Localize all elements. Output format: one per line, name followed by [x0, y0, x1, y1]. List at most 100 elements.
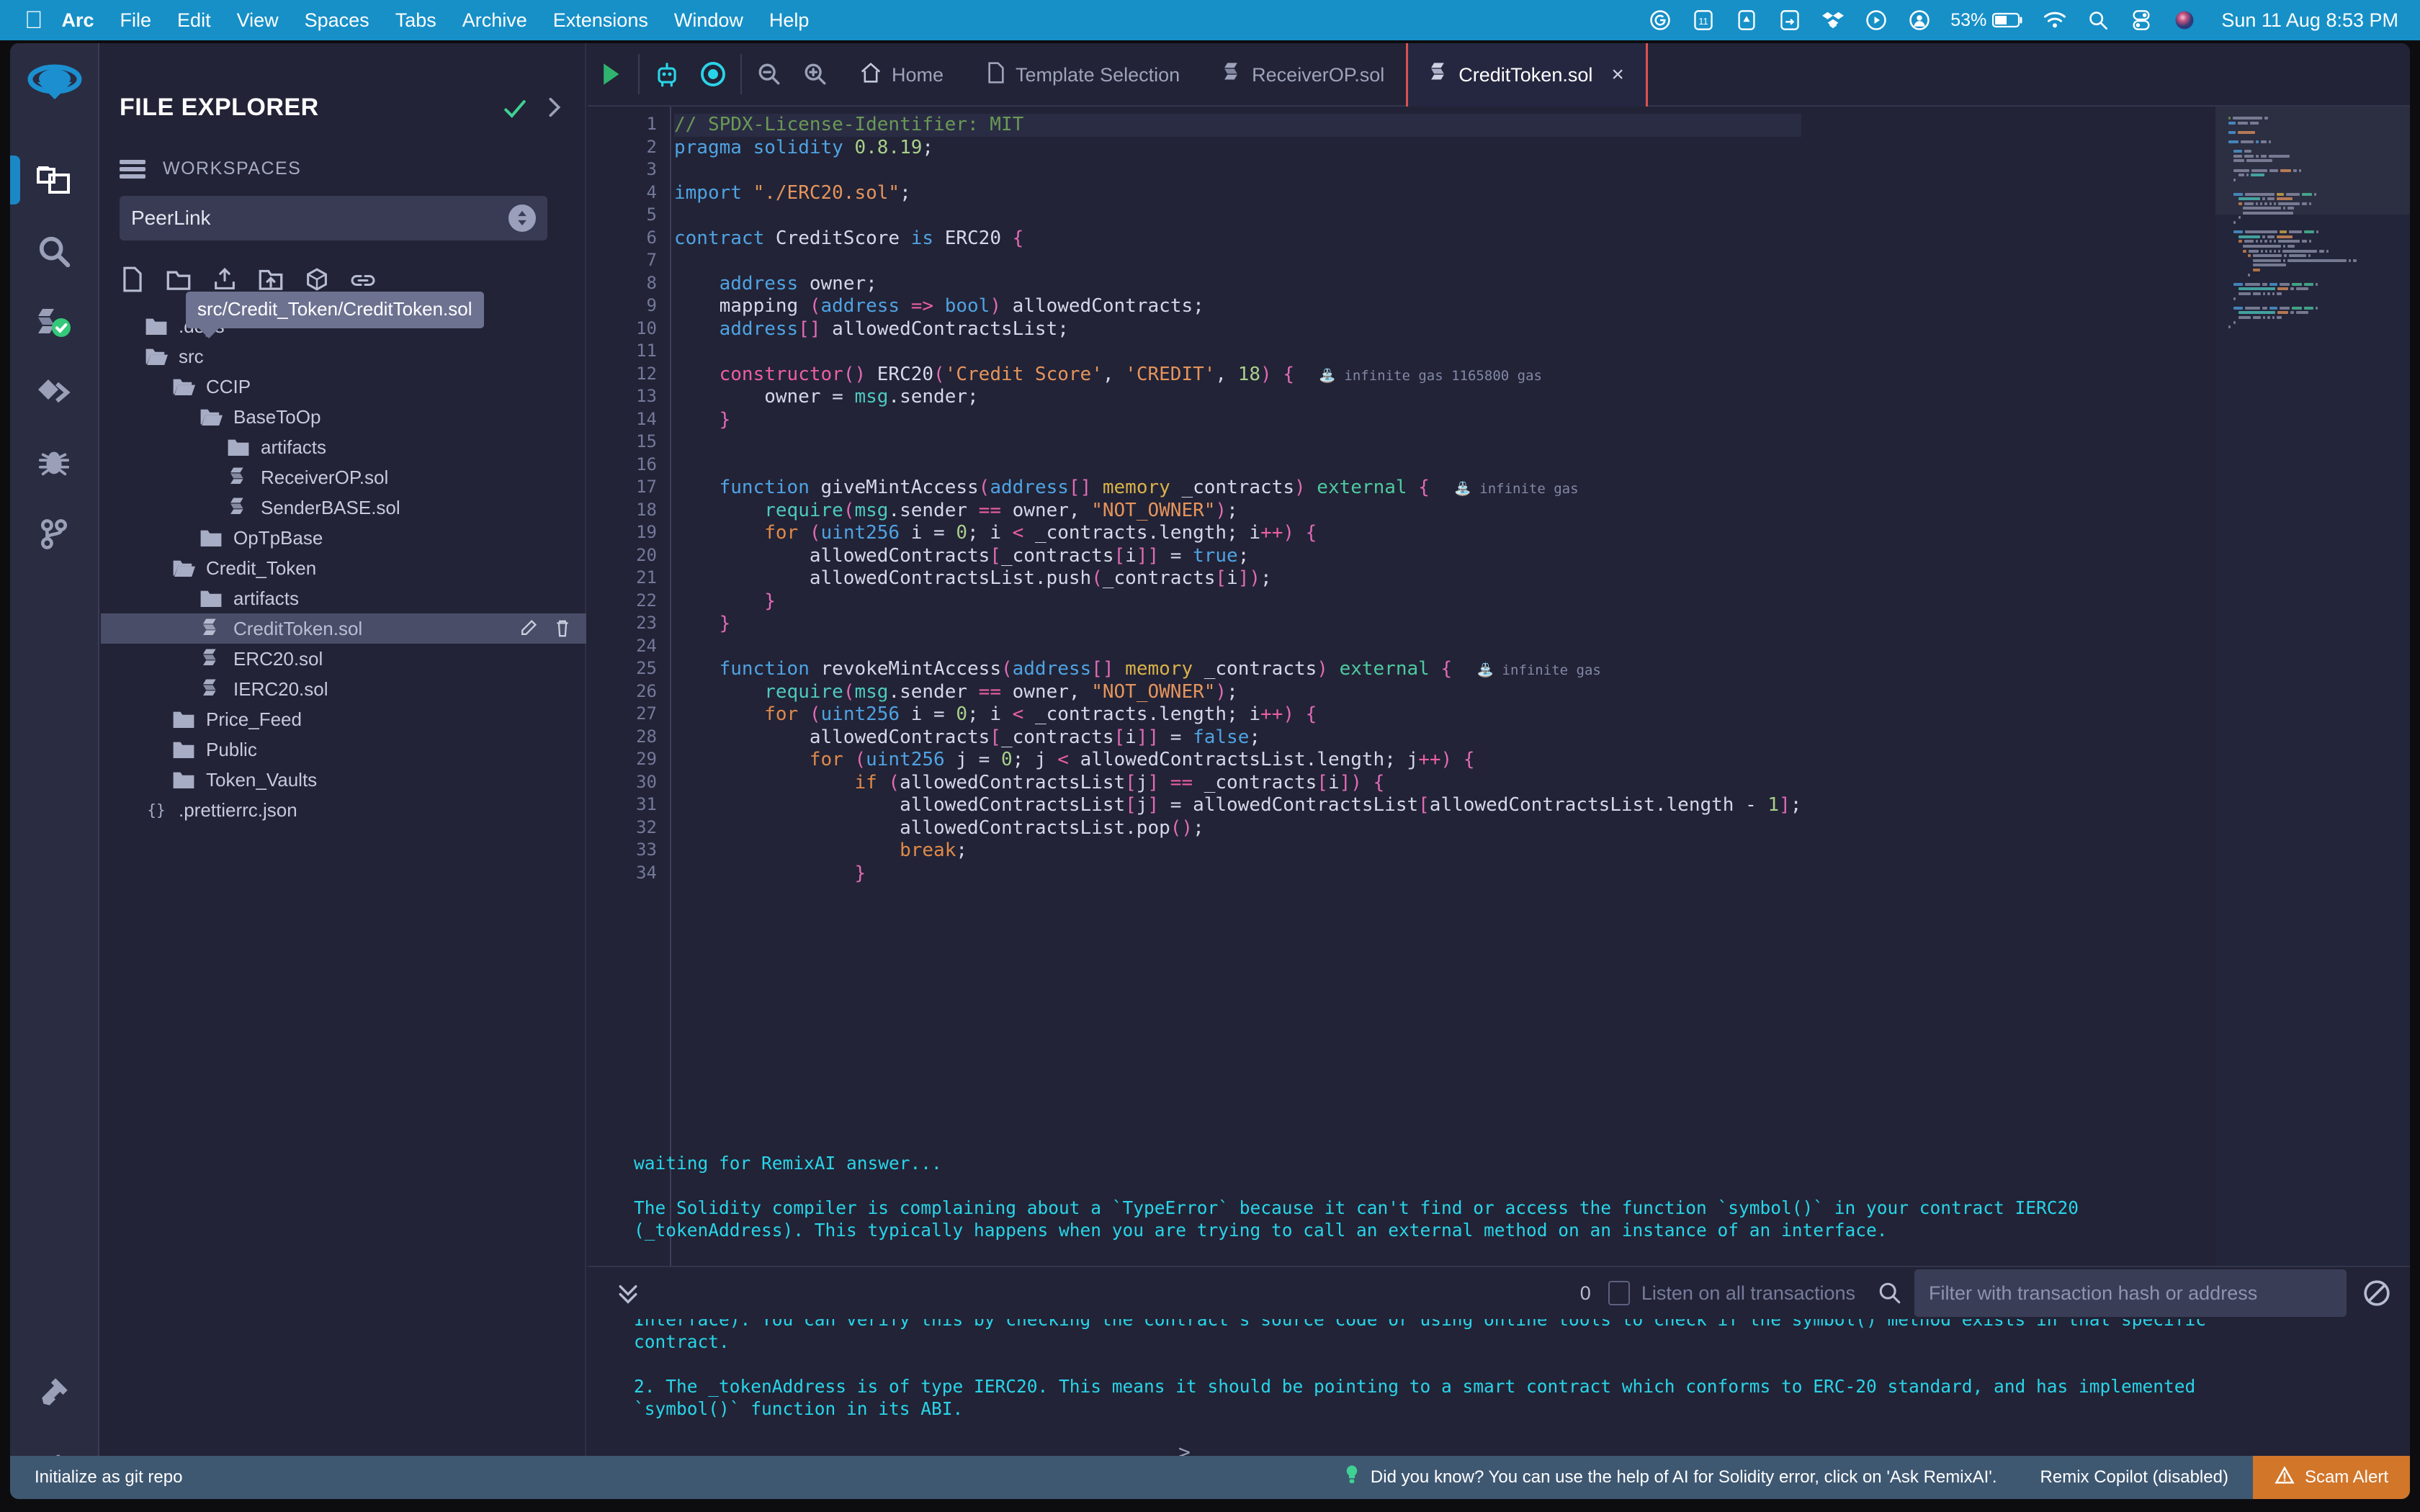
minimap-line	[2248, 254, 2357, 258]
grammarly-icon[interactable]	[1648, 8, 1672, 32]
remix-ai-robot-icon[interactable]	[644, 43, 690, 106]
tab-label: Home	[892, 63, 944, 86]
menu-item-spaces[interactable]: Spaces	[305, 9, 369, 32]
file-tree-row[interactable]: Public	[101, 734, 586, 765]
zoom-in-icon[interactable]	[792, 43, 838, 106]
sidebar-item-file-explorer[interactable]	[30, 156, 78, 203]
file-tree-row[interactable]: BaseToOp	[101, 402, 586, 432]
upload-file-icon[interactable]	[212, 265, 238, 294]
sidebar-item-debugger[interactable]	[30, 439, 78, 487]
chevron-updown-icon[interactable]	[508, 204, 536, 232]
dropbox-icon[interactable]	[1821, 8, 1845, 32]
menu-item-file[interactable]: File	[120, 9, 152, 32]
no-entry-clear-icon[interactable]	[2361, 1277, 2393, 1309]
menu-item-extensions[interactable]: Extensions	[553, 9, 648, 32]
zoom-out-icon[interactable]	[746, 43, 792, 106]
file-tree-row[interactable]: SenderBASE.sol	[101, 492, 586, 523]
spotlight-search-icon[interactable]	[2086, 8, 2110, 32]
code-editor[interactable]: 1 2 3 4 5 6 7 8 9 10 11 12 13 14 15 16 17 18 19 20 21 22 23 24 2…	[588, 107, 2410, 1266]
code-line: owner = msg.sender;	[674, 386, 979, 408]
upload-folder-icon[interactable]	[258, 265, 284, 294]
cleaner-icon[interactable]	[1734, 8, 1759, 32]
menu-item-edit[interactable]: Edit	[177, 9, 211, 32]
file-tree-row[interactable]: Token_Vaults	[101, 765, 586, 795]
tab-receiverop-sol[interactable]: ReceiverOP.sol	[1201, 43, 1406, 107]
remix-copilot-status[interactable]: Remix Copilot (disabled)	[2040, 1467, 2228, 1488]
rename-pencil-icon[interactable]	[519, 618, 537, 639]
menu-item-arc[interactable]: Arc	[62, 9, 94, 32]
line-number: 20	[636, 544, 657, 565]
code-line: break;	[900, 840, 968, 861]
battery-indicator[interactable]: 53%	[1950, 10, 2024, 31]
code-minimap[interactable]	[2215, 107, 2410, 1266]
sidebar-item-deploy-run[interactable]	[30, 369, 78, 416]
file-tree-row[interactable]: src	[101, 341, 586, 372]
scam-alert-button[interactable]: Scam Alert	[2252, 1456, 2410, 1499]
double-chevron-down-icon[interactable]	[614, 1279, 642, 1308]
close-icon[interactable]: ×	[1611, 63, 1624, 87]
file-tree-row[interactable]: OpTpBase	[101, 523, 586, 553]
file-tree-label: Token_Vaults	[206, 768, 318, 791]
menu-item-tabs[interactable]: Tabs	[395, 9, 436, 32]
file-tree-row[interactable]: ReceiverOP.sol	[101, 462, 586, 492]
media-player-icon[interactable]	[1864, 8, 1888, 32]
sidebar-item-search[interactable]	[30, 228, 78, 275]
control-center-icon[interactable]	[2129, 8, 2154, 32]
file-row-actions	[519, 618, 572, 639]
sidebar-item-solidity-compiler[interactable]	[30, 298, 78, 346]
init-git-repo-button[interactable]: Initialize as git repo	[35, 1467, 182, 1488]
code-line: address owner;	[719, 272, 877, 294]
file-tree-row-selected[interactable]: CreditToken.sol	[101, 613, 586, 644]
file-tree-row[interactable]: Credit_Token	[101, 553, 586, 583]
checkmark-icon[interactable]	[503, 96, 527, 121]
search-icon[interactable]	[1876, 1279, 1904, 1308]
sidebar-item-plugin-manager[interactable]	[30, 1368, 78, 1416]
file-tree-row[interactable]: Price_Feed	[101, 704, 586, 734]
file-tree-row[interactable]: CCIP	[101, 372, 586, 402]
screen-mirror-icon[interactable]	[1778, 8, 1802, 32]
code-content[interactable]: // SPDX-License-Identifier: MIT pragma so…	[674, 114, 1802, 885]
minimap-line	[2228, 188, 2357, 192]
line-number: 19	[636, 522, 657, 542]
solidity-file-icon	[1223, 62, 1242, 89]
remix-logo-icon[interactable]	[24, 55, 85, 115]
tab-template-selection[interactable]: Template Selection	[965, 43, 1201, 107]
delete-trash-icon[interactable]	[553, 618, 572, 639]
chevron-right-icon[interactable]	[544, 95, 566, 120]
tab-credittoken-sol[interactable]: CreditToken.sol ×	[1406, 43, 1648, 107]
calendar-icon[interactable]: 11	[1691, 8, 1716, 32]
line-number: 12	[636, 363, 657, 384]
minimap-line	[2243, 245, 2356, 248]
menu-item-archive[interactable]: Archive	[462, 9, 527, 32]
transaction-filter-input[interactable]: Filter with transaction hash or address	[1914, 1269, 2347, 1317]
menu-item-window[interactable]: Window	[674, 9, 743, 32]
file-tree-row[interactable]: artifacts	[101, 583, 586, 613]
menu-item-help[interactable]: Help	[769, 9, 810, 32]
new-file-icon[interactable]	[120, 265, 145, 294]
workspace-select[interactable]: PeerLink	[120, 196, 547, 240]
listen-all-transactions-checkbox[interactable]	[1608, 1281, 1630, 1305]
workspace-menu-icon[interactable]	[120, 159, 145, 179]
minimap-line	[2228, 145, 2357, 149]
connect-to-localhost-icon[interactable]	[350, 265, 376, 294]
publish-to-gist-icon[interactable]	[304, 265, 330, 294]
user-account-icon[interactable]	[1907, 8, 1932, 32]
minimap-line	[2238, 315, 2357, 320]
panel-title: FILE EXPLORER	[120, 94, 319, 121]
sidebar-item-git[interactable]	[30, 510, 78, 557]
line-number: 16	[636, 454, 657, 474]
file-tree-row[interactable]: artifacts	[101, 432, 586, 462]
run-play-icon[interactable]	[588, 43, 634, 106]
workspaces-row: WORKSPACES	[120, 158, 301, 179]
file-tree-row[interactable]: {} .prettierrc.json	[101, 795, 586, 825]
file-tree-row[interactable]: IERC20.sol	[101, 674, 586, 704]
wifi-icon[interactable]	[2043, 8, 2067, 32]
apple-logo-icon[interactable]: 	[24, 8, 43, 32]
menu-item-view[interactable]: View	[237, 9, 279, 32]
menubar-clock[interactable]: Sun 11 Aug 8:53 PM	[2221, 9, 2398, 32]
new-folder-icon[interactable]	[166, 265, 192, 294]
remix-ai-toggle-icon[interactable]	[690, 43, 736, 106]
siri-icon[interactable]	[2172, 8, 2197, 32]
tab-home[interactable]: Home	[838, 43, 965, 107]
file-tree-row[interactable]: ERC20.sol	[101, 644, 586, 674]
